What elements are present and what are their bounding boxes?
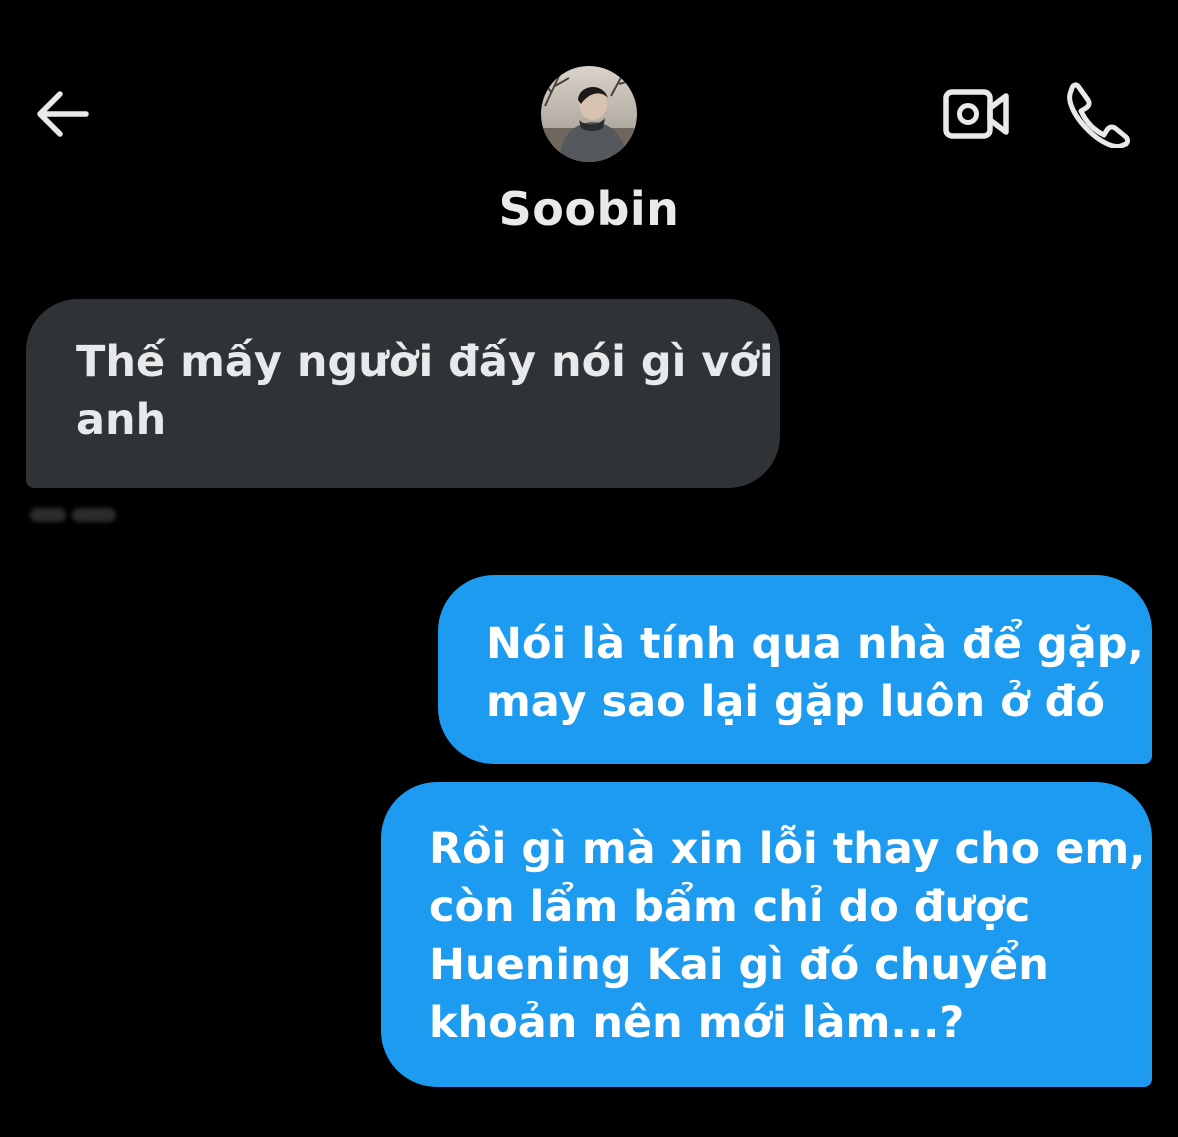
message-text-line: khoản nên mới làm...? bbox=[429, 998, 965, 1048]
profile-photo bbox=[541, 66, 637, 162]
phone-icon bbox=[1067, 82, 1130, 149]
contact-name[interactable]: Soobin bbox=[0, 182, 1178, 236]
back-button[interactable] bbox=[30, 82, 94, 146]
message-bubble-sent[interactable]: Rồi gì mà xin lỗi thay cho em, còn lẩm b… bbox=[381, 782, 1152, 1087]
message-text-line: Huening Kai gì đó chuyển bbox=[429, 940, 1049, 990]
message-bubble-sent[interactable]: Nói là tính qua nhà để gặp, may sao lại … bbox=[438, 575, 1152, 764]
message-timestamp-redacted bbox=[30, 504, 116, 526]
arrow-left-icon bbox=[37, 91, 89, 137]
message-text-line: Rồi gì mà xin lỗi thay cho em, bbox=[429, 824, 1146, 874]
video-call-button[interactable] bbox=[938, 82, 1014, 146]
message-text-line: còn lẩm bẩm chỉ do được bbox=[429, 882, 1031, 932]
video-camera-icon bbox=[943, 89, 1009, 139]
avatar[interactable] bbox=[541, 66, 637, 162]
message-text-line: Nói là tính qua nhà để gặp, bbox=[486, 619, 1144, 669]
phone-call-button[interactable] bbox=[1058, 80, 1130, 149]
message-text-line: Thế mấy người đấy nói gì với bbox=[76, 337, 774, 387]
message-text-line: anh bbox=[76, 395, 167, 445]
message-bubble-received[interactable]: Thế mấy người đấy nói gì với anh bbox=[26, 299, 780, 488]
message-text-line: may sao lại gặp luôn ở đó bbox=[486, 677, 1105, 727]
